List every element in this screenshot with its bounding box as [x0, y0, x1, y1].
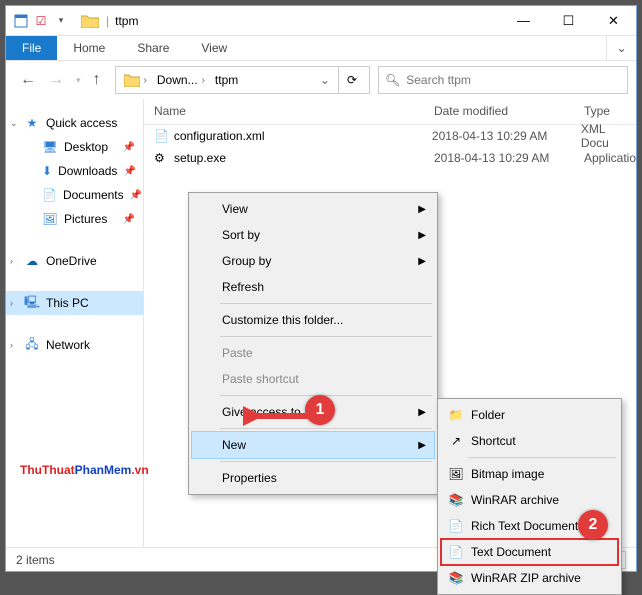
qat-caret-icon[interactable]: ▾	[52, 10, 70, 32]
txt-icon: 📄	[447, 545, 465, 559]
pin-icon: 📌	[130, 190, 142, 201]
menu-separator	[220, 303, 432, 304]
onedrive-icon: ☁	[24, 253, 40, 269]
file-type: Applicatio	[584, 151, 636, 165]
back-button[interactable]: ←	[20, 71, 36, 89]
exe-file-icon: ⚙	[154, 151, 174, 165]
maximize-button[interactable]: ☐	[546, 6, 591, 35]
sidebar-quick-access[interactable]: ⌄★Quick access	[6, 111, 143, 135]
file-row[interactable]: ⚙ setup.exe 2018-04-13 10:29 AM Applicat…	[144, 147, 636, 169]
recent-dropdown-icon[interactable]: ▾	[76, 75, 81, 86]
pin-icon: 📌	[123, 142, 135, 153]
xml-file-icon: 📄	[154, 129, 174, 143]
view-tab[interactable]: View	[185, 36, 243, 60]
menu-refresh[interactable]: Refresh	[192, 274, 434, 300]
menu-separator	[220, 461, 432, 462]
up-button[interactable]: ↑	[93, 71, 101, 89]
column-name[interactable]: Name	[144, 99, 424, 124]
home-tab[interactable]: Home	[57, 36, 121, 60]
sidebar-onedrive[interactable]: ›☁OneDrive	[6, 249, 143, 273]
menu-paste-shortcut[interactable]: Paste shortcut	[192, 366, 434, 392]
downloads-icon: ⬇	[42, 163, 52, 179]
menu-new-zip[interactable]: 📚WinRAR ZIP archive	[441, 565, 618, 591]
menu-properties[interactable]: Properties	[192, 465, 434, 491]
column-headers[interactable]: Name Date modified Type	[144, 99, 636, 125]
file-row[interactable]: 📄 configuration.xml 2018-04-13 10:29 AM …	[144, 125, 636, 147]
menu-group-by[interactable]: Group by▶	[192, 248, 434, 274]
context-menu-new: 📁Folder ↗Shortcut 🖼Bitmap image 📚WinRAR …	[437, 398, 622, 595]
menu-view[interactable]: View▶	[192, 196, 434, 222]
bitmap-icon: 🖼	[447, 467, 465, 481]
network-icon: 🖧	[24, 337, 40, 353]
menu-separator	[469, 457, 616, 458]
context-menu-main: View▶ Sort by▶ Group by▶ Refresh Customi…	[188, 192, 438, 495]
file-name: configuration.xml	[174, 129, 432, 143]
menu-new-text-document[interactable]: 📄Text Document	[441, 539, 618, 565]
search-placeholder: Search ttpm	[406, 73, 471, 87]
menu-new-shortcut[interactable]: ↗Shortcut	[441, 428, 618, 454]
address-bar-row: ← → ▾ ↑ › Down...› ttpm ⌄ ⟳ 🔍︎ Search tt…	[6, 61, 636, 99]
qat-check-icon[interactable]: ☑	[32, 10, 50, 32]
pictures-icon: 🖼	[42, 211, 58, 227]
menu-paste[interactable]: Paste	[192, 340, 434, 366]
sidebar-item-downloads[interactable]: ⬇Downloads📌	[6, 159, 143, 183]
menu-sort-by[interactable]: Sort by▶	[192, 222, 434, 248]
sidebar-item-documents[interactable]: 📄Documents📌	[6, 183, 143, 207]
forward-button[interactable]: →	[48, 71, 64, 89]
title-bar: ☑ ▾ | ttpm — ☐ ✕	[6, 6, 636, 36]
menu-new[interactable]: New▶	[192, 432, 434, 458]
close-button[interactable]: ✕	[591, 6, 636, 35]
file-tab[interactable]: File	[6, 36, 57, 60]
ribbon-expand-icon[interactable]: ⌄	[606, 36, 636, 60]
menu-customize[interactable]: Customize this folder...	[192, 307, 434, 333]
status-text: 2 items	[16, 553, 55, 567]
menu-separator	[220, 336, 432, 337]
desktop-icon: 🖥	[42, 139, 58, 155]
menu-new-bitmap[interactable]: 🖼Bitmap image	[441, 461, 618, 487]
address-dropdown-icon[interactable]: ⌄	[314, 73, 336, 87]
ribbon-tabs: File Home Share View ⌄	[6, 36, 636, 61]
folder-icon	[80, 11, 100, 31]
refresh-button[interactable]: ⟳	[338, 67, 365, 93]
search-input[interactable]: 🔍︎ Search ttpm	[378, 66, 628, 94]
rtf-icon: 📄	[447, 519, 465, 533]
watermark: ThuThuatPhanMem.vn	[20, 450, 149, 481]
shortcut-icon: ↗	[447, 434, 465, 448]
title-separator: |	[106, 14, 109, 28]
menu-separator	[220, 428, 432, 429]
menu-new-folder[interactable]: 📁Folder	[441, 402, 618, 428]
folder-icon: 📁	[447, 408, 465, 422]
rar-icon: 📚	[447, 493, 465, 507]
sidebar-this-pc[interactable]: ›🖳This PC	[6, 291, 143, 315]
column-date[interactable]: Date modified	[424, 99, 574, 124]
breadcrumb[interactable]: › Down...› ttpm ⌄ ⟳	[115, 66, 370, 94]
pin-icon: 📌	[123, 214, 135, 225]
sidebar-network[interactable]: ›🖧Network	[6, 333, 143, 357]
breadcrumb-parent[interactable]: Down...›	[153, 73, 209, 87]
annotation-badge-1: 1	[305, 395, 335, 425]
search-icon: 🔍︎	[385, 73, 400, 87]
pin-icon: 📌	[123, 166, 135, 177]
minimize-button[interactable]: —	[501, 6, 546, 35]
file-type: XML Docu	[581, 122, 636, 150]
pc-icon: 🖳	[24, 295, 40, 311]
documents-icon: 📄	[42, 187, 57, 203]
qat-properties-icon[interactable]	[12, 10, 30, 32]
share-tab[interactable]: Share	[121, 36, 185, 60]
sidebar-item-pictures[interactable]: 🖼Pictures📌	[6, 207, 143, 231]
column-type[interactable]: Type	[574, 99, 636, 124]
annotation-badge-2: 2	[578, 510, 608, 540]
sidebar-item-desktop[interactable]: 🖥Desktop📌	[6, 135, 143, 159]
file-date: 2018-04-13 10:29 AM	[432, 129, 581, 143]
breadcrumb-current[interactable]: ttpm	[211, 73, 242, 87]
file-date: 2018-04-13 10:29 AM	[434, 151, 584, 165]
breadcrumb-root-icon[interactable]: ›	[120, 73, 151, 87]
file-name: setup.exe	[174, 151, 434, 165]
window-title: ttpm	[115, 14, 138, 28]
zip-icon: 📚	[447, 571, 465, 585]
star-icon: ★	[24, 115, 40, 131]
